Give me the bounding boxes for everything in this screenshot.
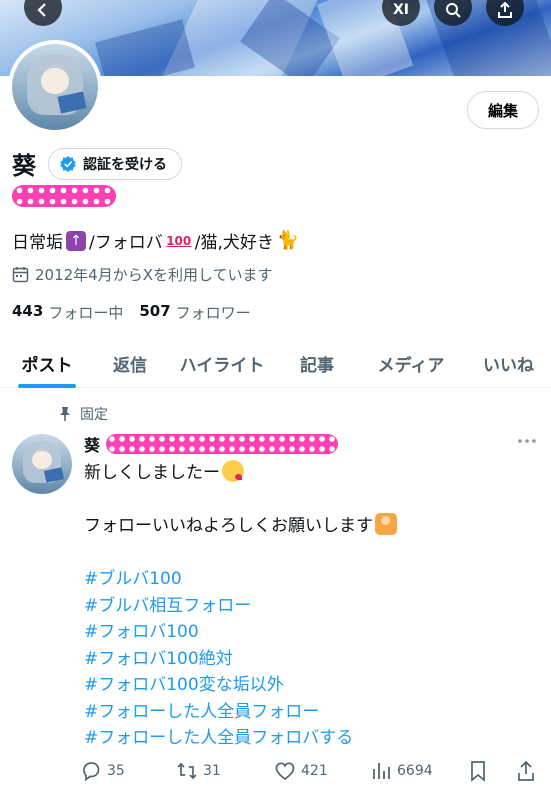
reply-button[interactable]: 35 xyxy=(80,760,125,782)
views-button[interactable]: 6694 xyxy=(370,760,433,782)
hashtag-link[interactable]: #フォローした人全員フォロバする xyxy=(84,725,397,752)
repost-count: 31 xyxy=(203,763,221,779)
like-count: 421 xyxy=(301,763,328,779)
tab-likes[interactable]: いいね xyxy=(466,338,551,388)
joined-date: 2012年4月からXを利用しています xyxy=(12,264,273,285)
bio-text-2: /フォロバ xyxy=(89,233,163,253)
followers-link[interactable]: 507 フォロワー xyxy=(139,302,250,323)
post-line-1: 新しくしましたー xyxy=(84,463,220,483)
handle-redacted xyxy=(12,185,116,207)
cat-emoji-icon: 🐈 xyxy=(276,229,300,251)
tab-media[interactable]: メディア xyxy=(356,338,466,388)
edit-profile-button[interactable]: 編集 xyxy=(467,91,539,129)
profile-bio: 日常垢 ↑ /フォロバ 100 /猫,犬好き 🐈 xyxy=(12,228,300,253)
up-arrow-emoji-icon: ↑ xyxy=(66,230,86,251)
pin-icon xyxy=(60,407,70,421)
following-count: 443 xyxy=(12,302,44,320)
repost-icon xyxy=(177,762,197,780)
reply-icon xyxy=(83,762,100,782)
share-icon xyxy=(498,2,512,18)
reply-count: 35 xyxy=(107,763,125,779)
hashtag-link[interactable]: #フォロバ100変な垢以外 xyxy=(84,672,397,699)
repost-button[interactable]: 31 xyxy=(176,760,221,782)
verified-badge-icon xyxy=(60,155,76,172)
display-name: 葵 xyxy=(12,152,36,180)
tab-highlights[interactable]: ハイライト xyxy=(166,338,278,388)
following-link[interactable]: 443 フォロー中 xyxy=(12,302,123,323)
raising-hand-emoji-icon xyxy=(375,513,397,535)
avatar-image xyxy=(12,44,98,130)
post-author-avatar[interactable] xyxy=(12,434,72,494)
post-header: 葵 xyxy=(84,432,339,456)
more-options-icon[interactable] xyxy=(516,434,538,448)
post-body: 新しくしましたー フォローいいねよろしくお願いします #ブルバ100 #ブルバ相… xyxy=(84,460,397,752)
bio-text-3: /猫,犬好き xyxy=(194,233,274,253)
share-post-button[interactable] xyxy=(516,760,541,782)
heart-icon xyxy=(275,762,295,781)
followers-label: フォロワー xyxy=(175,304,251,322)
followers-count: 507 xyxy=(139,302,171,320)
hashtag-link[interactable]: #ブルバ100 xyxy=(84,566,397,593)
hashtag-link[interactable]: #ブルバ相互フォロー xyxy=(84,593,397,620)
pinned-indicator: 固定 xyxy=(58,404,108,424)
get-verified-button[interactable]: 認証を受ける xyxy=(48,147,182,180)
hashtag-link[interactable]: #フォロバ100 xyxy=(84,619,397,646)
like-button[interactable]: 421 xyxy=(274,760,328,782)
bookmark-icon xyxy=(471,761,485,782)
pinned-label: 固定 xyxy=(80,407,108,423)
name-row: 葵 認証を受ける xyxy=(12,146,182,181)
tab-replies[interactable]: 返信 xyxy=(94,338,166,388)
views-chart-icon xyxy=(373,763,390,779)
grok-label: XI xyxy=(392,2,409,18)
bookmark-button[interactable] xyxy=(468,760,493,782)
profile-avatar[interactable] xyxy=(8,40,102,134)
views-count: 6694 xyxy=(397,763,433,779)
back-button[interactable] xyxy=(24,0,62,26)
profile-tabs: ポスト 返信 ハイライト 記事 メディア いいね xyxy=(0,338,551,388)
bio-text-1: 日常垢 xyxy=(12,233,63,253)
back-arrow-icon xyxy=(37,3,46,17)
following-label: フォロー中 xyxy=(48,304,124,322)
get-verified-label: 認証を受ける xyxy=(83,156,167,173)
post-avatar-image xyxy=(12,434,72,494)
tab-articles[interactable]: 記事 xyxy=(278,338,356,388)
joined-text: 2012年4月からXを利用しています xyxy=(35,266,273,284)
search-icon xyxy=(446,3,461,18)
hashtag-link[interactable]: #フォローした人全員フォロー xyxy=(84,699,397,726)
post-line-2: フォローいいねよろしくお願いします xyxy=(84,516,373,536)
share-icon xyxy=(518,760,534,781)
follow-stats: 443 フォロー中 507 フォロワー xyxy=(12,302,267,323)
post-actions: 35 31 421 6694 xyxy=(80,758,541,784)
post-handle-redacted xyxy=(106,434,339,454)
calendar-icon xyxy=(12,267,29,283)
hundred-points-emoji-icon: 100 xyxy=(166,233,192,248)
kissing-face-emoji-icon xyxy=(222,460,244,482)
post-author-name[interactable]: 葵 xyxy=(84,432,100,456)
tab-posts[interactable]: ポスト xyxy=(0,338,94,388)
hashtag-link[interactable]: #フォロバ100絶対 xyxy=(84,646,397,673)
